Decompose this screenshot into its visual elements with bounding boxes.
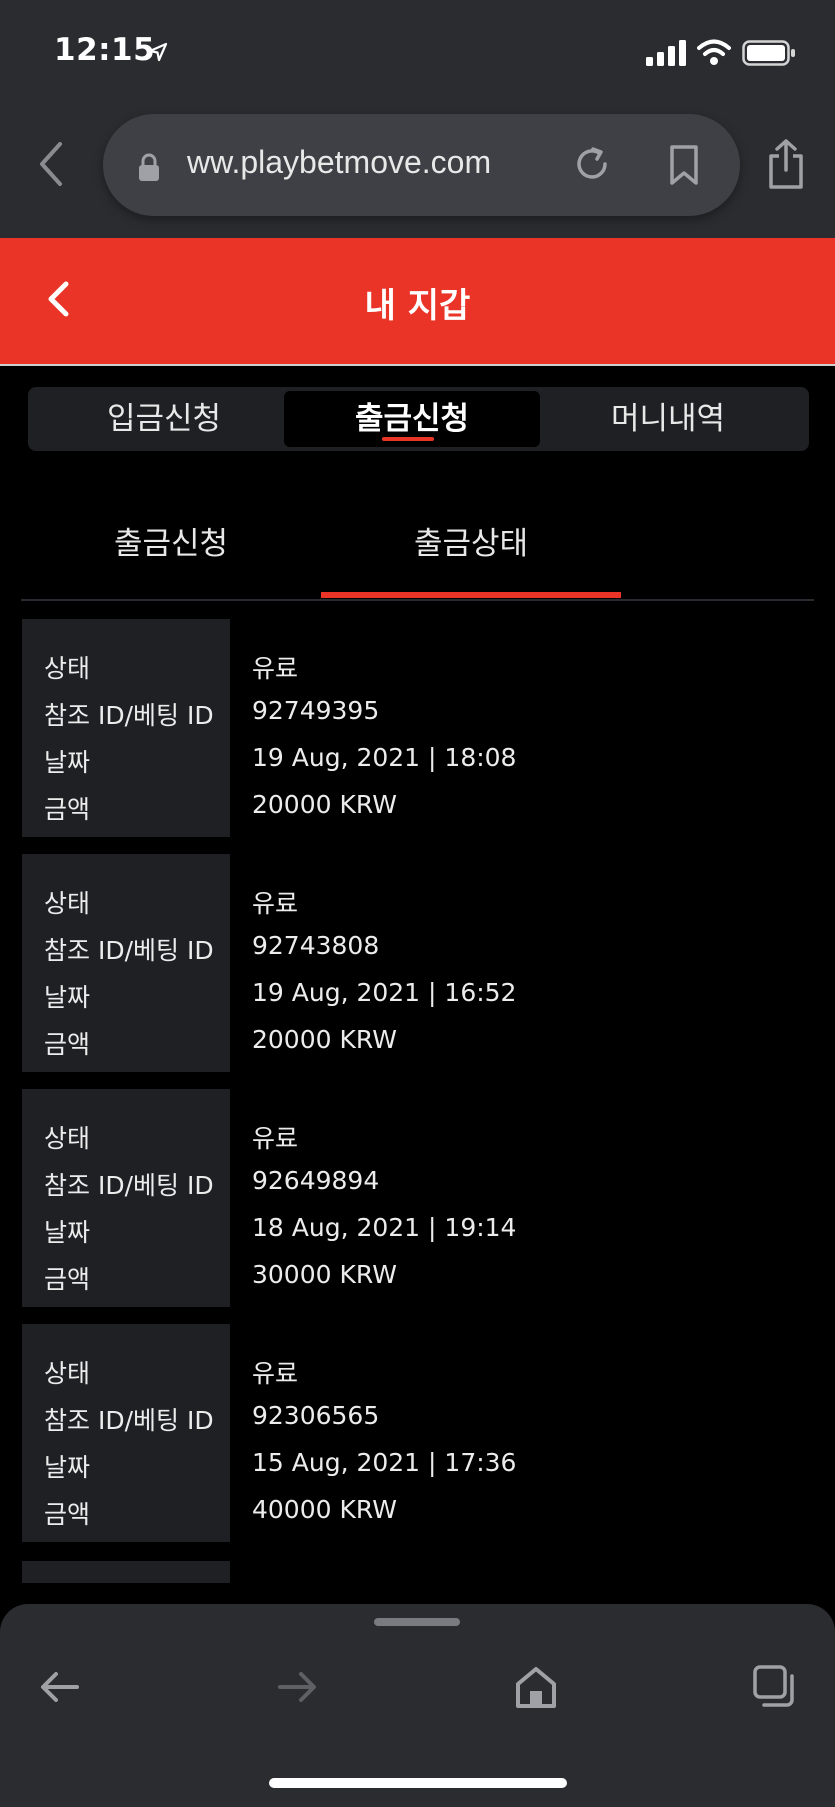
value-date: 18 Aug, 2021 | 19:14 bbox=[252, 1213, 517, 1242]
label-date: 날짜 bbox=[44, 983, 91, 1012]
tab-withdraw-label: 출금신청 bbox=[354, 401, 470, 437]
value-date: 19 Aug, 2021 | 16:52 bbox=[252, 978, 517, 1007]
value-date: 15 Aug, 2021 | 17:36 bbox=[252, 1448, 517, 1477]
page-title: 내 지갑 bbox=[364, 286, 471, 326]
label-date: 날짜 bbox=[44, 748, 91, 777]
label-status: 상태 bbox=[44, 1124, 91, 1153]
battery-icon bbox=[742, 40, 795, 66]
home-indicator bbox=[269, 1778, 567, 1788]
header-divider bbox=[0, 364, 835, 366]
value-status: 유료 bbox=[252, 654, 299, 683]
reload-icon[interactable] bbox=[572, 144, 612, 184]
withdrawal-record: 상태 참조 ID/베팅 ID 날짜 금액 유료 92749395 19 Aug,… bbox=[22, 619, 812, 837]
active-subtab-indicator bbox=[321, 592, 621, 598]
value-amount: 20000 KRW bbox=[252, 790, 397, 819]
url-text[interactable]: ww.playbetmove.com bbox=[187, 144, 491, 181]
tab-deposit-label: 입금신청 bbox=[106, 401, 222, 437]
value-status: 유료 bbox=[252, 1124, 299, 1153]
label-ref-id: 참조 ID/베팅 ID bbox=[44, 1171, 214, 1200]
tab-money-history-label: 머니내역 bbox=[610, 401, 726, 437]
value-amount: 30000 KRW bbox=[252, 1260, 397, 1289]
label-ref-id: 참조 ID/베팅 ID bbox=[44, 1406, 214, 1435]
label-ref-id: 참조 ID/베팅 ID bbox=[44, 701, 214, 730]
subtab-withdraw-request[interactable]: 출금신청 bbox=[21, 518, 321, 563]
home-icon[interactable] bbox=[513, 1664, 559, 1710]
status-bar: 12:15 bbox=[0, 0, 835, 100]
share-icon[interactable] bbox=[766, 138, 806, 190]
tab-deposit[interactable]: 입금신청 bbox=[36, 391, 292, 447]
tab-withdraw[interactable]: 출금신청 bbox=[284, 391, 540, 447]
withdrawal-record: 상태 참조 ID/베팅 ID 날짜 금액 유료 92649894 18 Aug,… bbox=[22, 1089, 812, 1307]
subtab-withdraw-status[interactable]: 출금상태 bbox=[321, 518, 621, 563]
value-ref-id: 92749395 bbox=[252, 696, 380, 725]
label-amount: 금액 bbox=[44, 1500, 91, 1529]
value-amount: 20000 KRW bbox=[252, 1025, 397, 1054]
status-time: 12:15 bbox=[54, 32, 156, 68]
record-partial bbox=[22, 1561, 230, 1583]
withdrawal-record: 상태 참조 ID/베팅 ID 날짜 금액 유료 92306565 15 Aug,… bbox=[22, 1324, 812, 1542]
cellular-signal-icon bbox=[646, 40, 686, 66]
value-status: 유료 bbox=[252, 889, 299, 918]
value-ref-id: 92743808 bbox=[252, 931, 380, 960]
value-date: 19 Aug, 2021 | 18:08 bbox=[252, 743, 517, 772]
toolbar-grabber[interactable] bbox=[374, 1618, 460, 1626]
label-ref-id: 참조 ID/베팅 ID bbox=[44, 936, 214, 965]
label-amount: 금액 bbox=[44, 795, 91, 824]
active-tab-underline bbox=[382, 437, 434, 441]
label-status: 상태 bbox=[44, 889, 91, 918]
value-ref-id: 92306565 bbox=[252, 1401, 380, 1430]
value-ref-id: 92649894 bbox=[252, 1166, 380, 1195]
label-date: 날짜 bbox=[44, 1218, 91, 1247]
label-status: 상태 bbox=[44, 1359, 91, 1388]
back-arrow-icon[interactable] bbox=[37, 1664, 83, 1710]
label-amount: 금액 bbox=[44, 1265, 91, 1294]
address-bar[interactable]: ww.playbetmove.com bbox=[103, 114, 740, 216]
browser-bottom-toolbar bbox=[0, 1604, 835, 1807]
label-status: 상태 bbox=[44, 654, 91, 683]
label-amount: 금액 bbox=[44, 1030, 91, 1059]
app-header: 내 지갑 bbox=[0, 238, 835, 364]
subtab-divider bbox=[21, 599, 814, 601]
withdrawal-record: 상태 참조 ID/베팅 ID 날짜 금액 유료 92743808 19 Aug,… bbox=[22, 854, 812, 1072]
forward-arrow-icon[interactable] bbox=[274, 1664, 320, 1710]
value-status: 유료 bbox=[252, 1359, 299, 1388]
label-date: 날짜 bbox=[44, 1453, 91, 1482]
wifi-icon bbox=[697, 39, 731, 65]
main-tab-bar: 입금신청 출금신청 머니내역 bbox=[28, 387, 809, 451]
tabs-icon[interactable] bbox=[752, 1664, 798, 1710]
location-arrow-icon bbox=[148, 42, 168, 62]
browser-toolbar: ww.playbetmove.com bbox=[0, 100, 835, 238]
value-amount: 40000 KRW bbox=[252, 1495, 397, 1524]
bookmark-icon[interactable] bbox=[668, 144, 700, 186]
lock-icon bbox=[139, 153, 159, 181]
chevron-left-icon[interactable] bbox=[36, 140, 66, 188]
tab-money-history[interactable]: 머니내역 bbox=[540, 391, 796, 447]
